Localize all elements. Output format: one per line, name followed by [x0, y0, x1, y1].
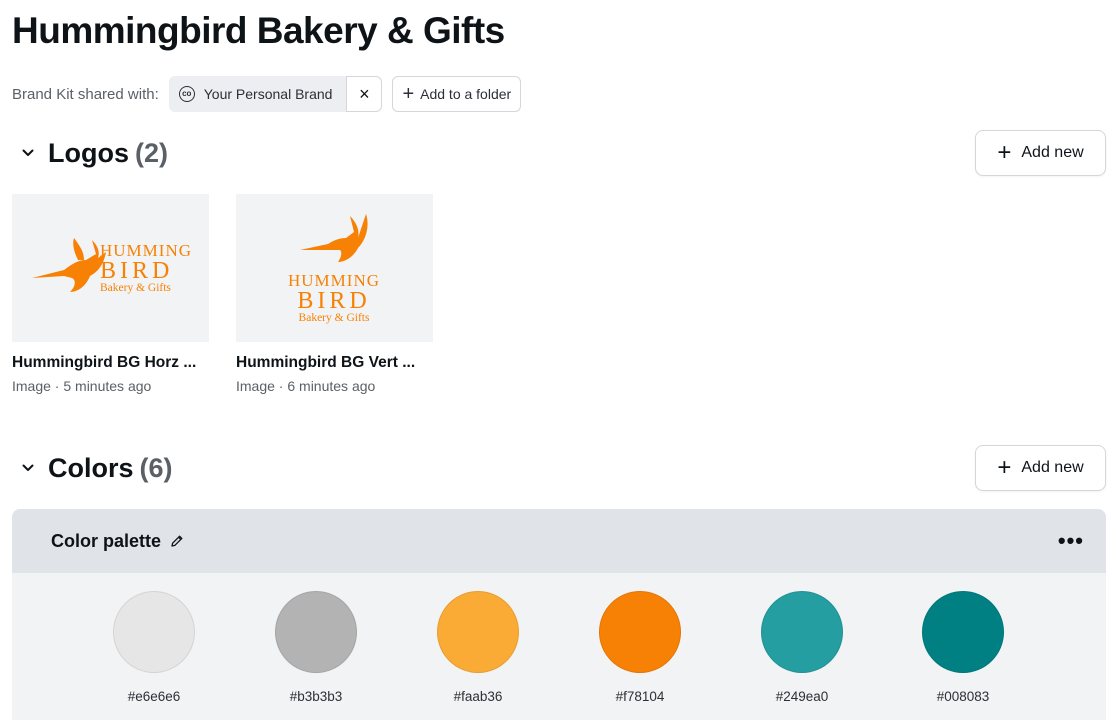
logo-list: HUMMING BIRD Bakery & Gifts Hummingbird … [12, 194, 433, 394]
more-options-icon[interactable]: ••• [1058, 530, 1084, 552]
palette-title[interactable]: Color palette [51, 531, 161, 552]
plus-icon: + [997, 454, 1012, 481]
share-row: Brand Kit shared with: co Your Personal … [12, 76, 522, 112]
logo-thumbnail[interactable]: HUMMING BIRD Bakery & Gifts [12, 194, 209, 342]
add-new-logo-button[interactable]: + Add new [975, 130, 1106, 176]
logo-line2: BIRD [100, 258, 173, 284]
logo-line2: BIRD [297, 288, 370, 314]
logos-title: Logos [48, 137, 129, 168]
colors-title: Colors [48, 452, 134, 483]
add-new-label: Add new [1021, 144, 1084, 161]
color-swatch[interactable]: #249ea0 [761, 591, 843, 704]
color-swatch[interactable]: #f78104 [599, 591, 681, 704]
chevron-down-icon[interactable] [16, 149, 40, 157]
swatch-hex: #b3b3b3 [289, 689, 343, 704]
swatch-dot[interactable] [922, 591, 1004, 673]
swatch-dot[interactable] [761, 591, 843, 673]
colors-section-header: Colors (6) + Add new [12, 445, 1106, 491]
color-palette: Color palette ••• #e6e6e6 #b3b3b3 #faab3… [12, 509, 1106, 720]
remove-brand-button[interactable]: × [346, 76, 383, 112]
swatch-hex: #249ea0 [775, 689, 829, 704]
logo-card[interactable]: HUMMING BIRD Bakery & Gifts Hummingbird … [236, 194, 433, 394]
colors-count: (6) [139, 452, 173, 483]
close-icon: × [359, 83, 370, 104]
add-to-folder-label: Add to a folder [420, 86, 512, 102]
hummingbird-icon [32, 238, 106, 292]
swatch-list: #e6e6e6 #b3b3b3 #faab36 #f78104 #249ea0 … [12, 573, 1106, 720]
logo-line3: Bakery & Gifts [100, 282, 171, 294]
logo-line3: Bakery & Gifts [299, 312, 370, 324]
add-new-label: Add new [1021, 459, 1084, 476]
swatch-dot[interactable] [437, 591, 519, 673]
color-swatch[interactable]: #faab36 [437, 591, 519, 704]
brand-icon: co [178, 86, 195, 102]
color-swatch[interactable]: #e6e6e6 [113, 591, 195, 704]
swatch-hex: #008083 [936, 689, 990, 704]
logo-meta: Image · 6 minutes ago [236, 378, 376, 394]
add-new-color-button[interactable]: + Add new [975, 445, 1106, 491]
hummingbird-icon [300, 214, 368, 262]
swatch-dot[interactable] [275, 591, 357, 673]
swatch-hex: #f78104 [615, 689, 665, 704]
share-label: Brand Kit shared with: [12, 85, 159, 103]
swatch-dot[interactable] [113, 591, 195, 673]
color-swatch[interactable]: #b3b3b3 [275, 591, 357, 704]
logos-section-header: Logos (2) + Add new [12, 130, 1106, 176]
brand-chip[interactable]: co Your Personal Brand [168, 76, 347, 112]
swatch-dot[interactable] [599, 591, 681, 673]
logo-name[interactable]: Hummingbird BG Horz ... [12, 354, 209, 372]
plus-icon: + [997, 139, 1012, 166]
pencil-icon[interactable] [169, 533, 185, 549]
add-to-folder-button[interactable]: + Add to a folder [392, 76, 522, 112]
plus-icon: + [402, 83, 415, 105]
logos-count: (2) [135, 137, 168, 168]
page-title: Hummingbird Bakery & Gifts [12, 10, 505, 51]
logo-name[interactable]: Hummingbird BG Vert ... [236, 354, 433, 372]
color-swatch[interactable]: #008083 [922, 591, 1004, 704]
logo-meta: Image · 5 minutes ago [12, 378, 152, 394]
swatch-hex: #faab36 [453, 689, 503, 704]
brand-chip-label: Your Personal Brand [203, 86, 333, 102]
chevron-down-icon[interactable] [16, 464, 40, 472]
logo-thumbnail[interactable]: HUMMING BIRD Bakery & Gifts [236, 194, 433, 342]
swatch-hex: #e6e6e6 [127, 689, 181, 704]
palette-header: Color palette ••• [12, 509, 1106, 573]
logo-card[interactable]: HUMMING BIRD Bakery & Gifts Hummingbird … [12, 194, 209, 394]
